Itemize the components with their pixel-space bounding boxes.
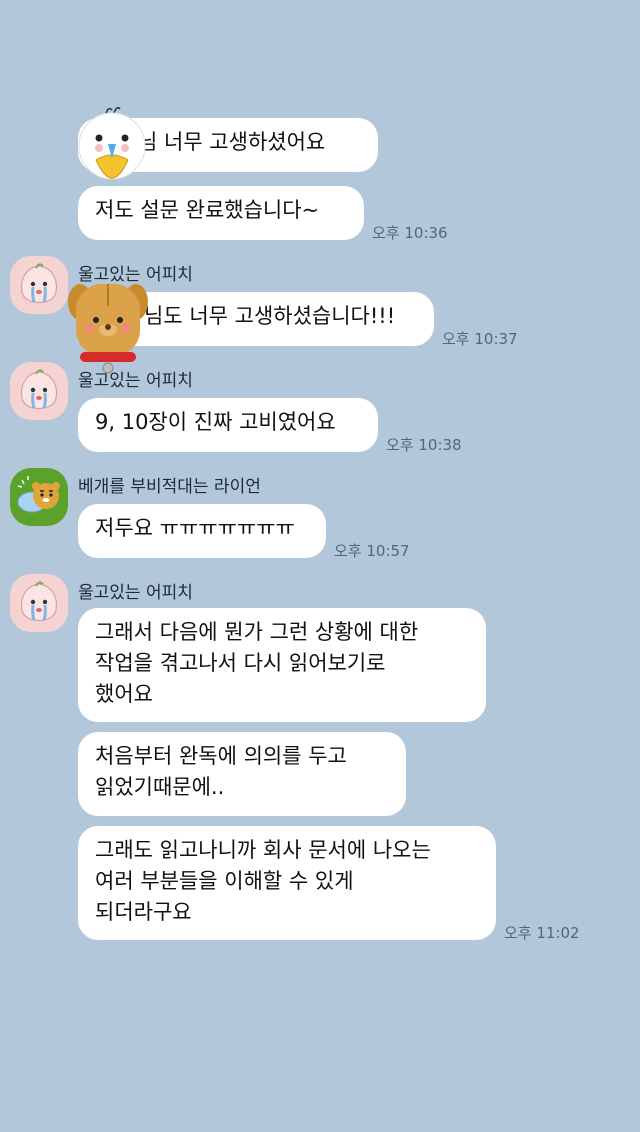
message-bubble[interactable]: 그래서 다음에 뭔가 그런 상황에 대한 작업을 겪고나서 다시 읽어보기로 했… <box>78 608 486 722</box>
sender-name: 베개를 부비적대는 라이언 <box>78 477 261 497</box>
sender-name: 울고있는 어피치 <box>78 583 193 603</box>
sender-name: 울고있는 어피치 <box>78 371 193 391</box>
chick-profile-sticker-icon <box>72 104 150 182</box>
message-bubble[interactable]: 저도 설문 완료했습니다~ <box>78 186 364 240</box>
message-bubble[interactable]: 9, 10장이 진짜 고비였어요 <box>78 398 378 452</box>
message-timestamp: 오후 10:38 <box>386 436 462 454</box>
message-bubble[interactable]: 그래도 읽고나니까 회사 문서에 나오는 여러 부분들을 이해할 수 있게 되더… <box>78 826 496 940</box>
message-timestamp: 오후 10:37 <box>442 330 518 348</box>
pillow-ryan-avatar-icon[interactable] <box>10 468 68 526</box>
message-bubble[interactable]: 처음부터 완독에 의의를 두고 읽었기때문에.. <box>78 732 406 816</box>
message-timestamp: 오후 11:02 <box>504 924 580 942</box>
message-timestamp: 오후 10:36 <box>372 224 448 242</box>
crying-apeach-avatar-icon[interactable] <box>10 256 68 314</box>
message-bubble[interactable]: 저두요 ㅠㅠㅠㅠㅠㅠㅠ <box>78 504 326 558</box>
dog-profile-sticker-icon <box>68 276 148 376</box>
crying-apeach-avatar-icon[interactable] <box>10 362 68 420</box>
crying-apeach-avatar-icon[interactable] <box>10 574 68 632</box>
message-timestamp: 오후 10:57 <box>334 542 410 560</box>
chat-room[interactable]: 님 너무 고생하셨어요 저도 설문 완료했습니다~ 오후 10:36 울고있는 … <box>0 0 640 1132</box>
